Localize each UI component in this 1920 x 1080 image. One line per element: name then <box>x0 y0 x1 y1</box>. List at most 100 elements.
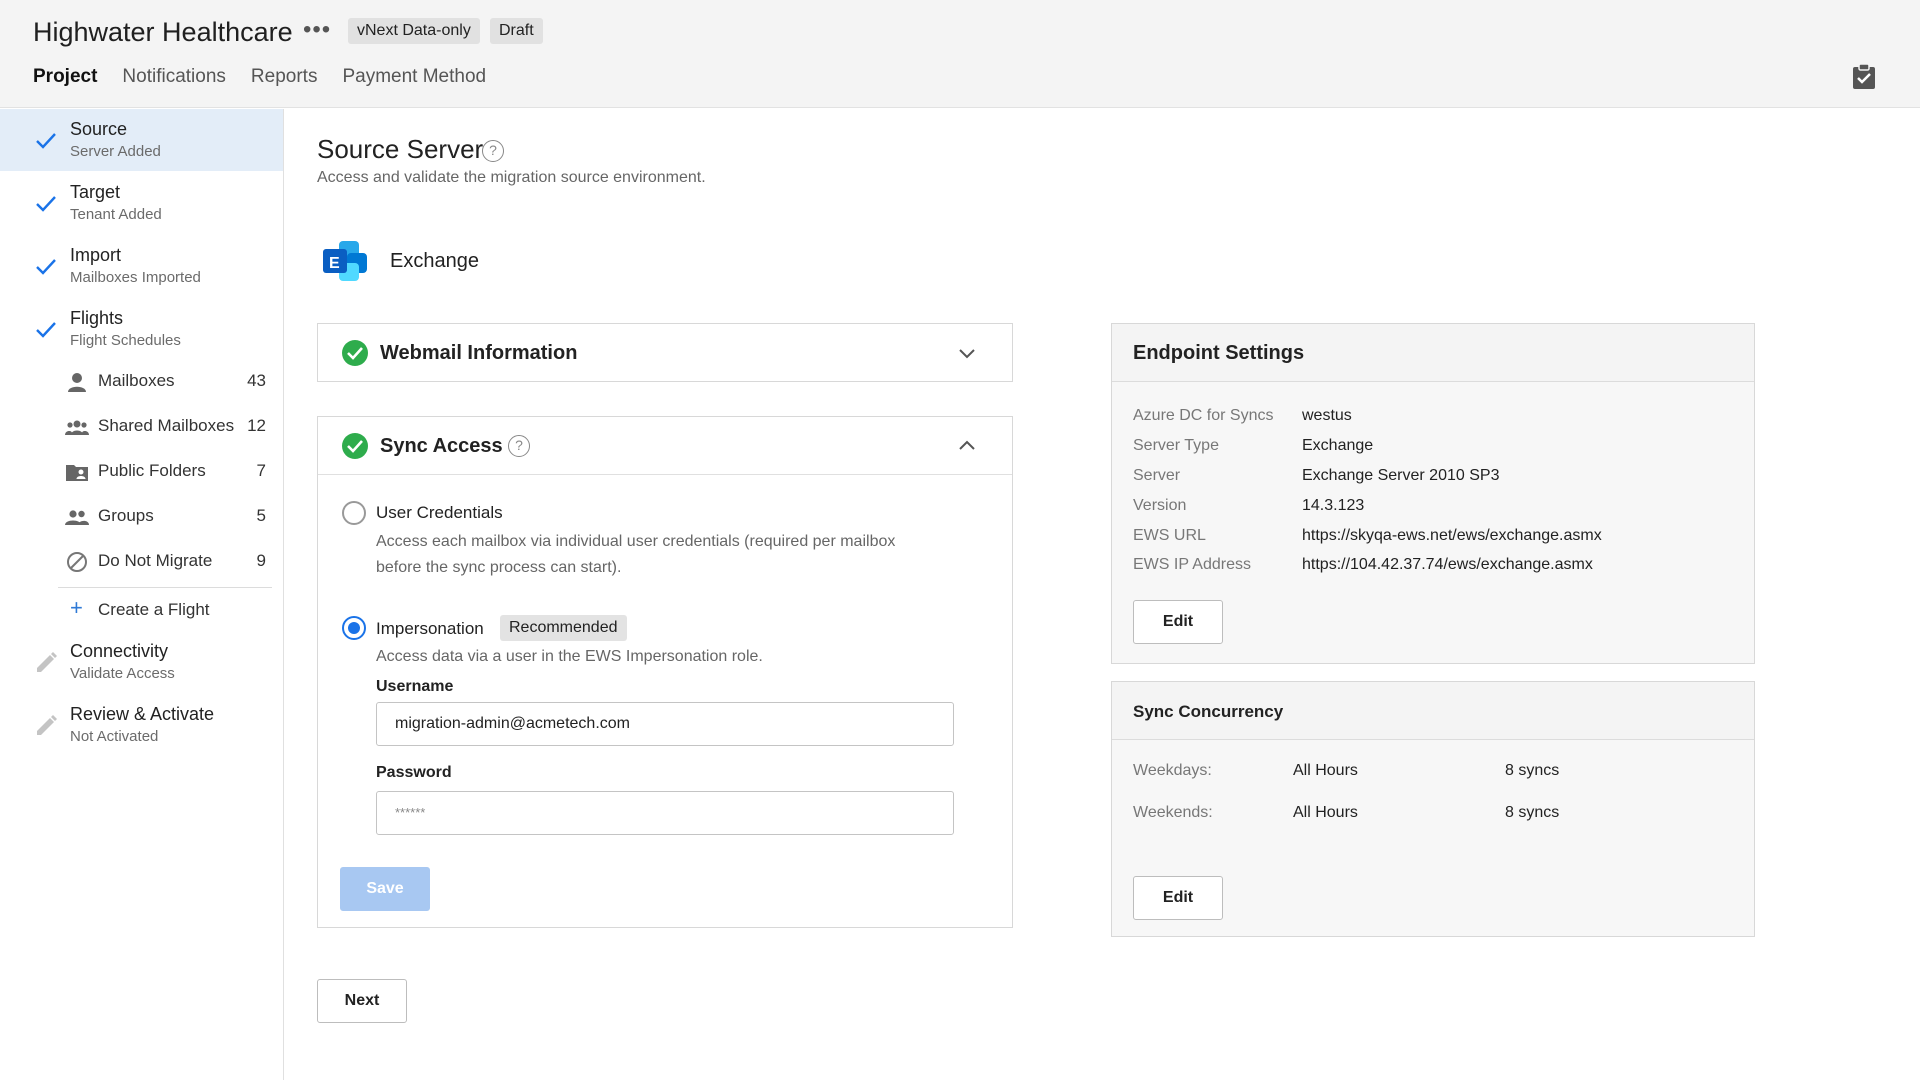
check-icon <box>36 196 56 212</box>
panel-title: Sync Access <box>380 435 503 457</box>
setting-value: https://skyqa-ews.net/ews/exchange.asmx <box>1302 527 1602 544</box>
setting-key: Server <box>1133 467 1181 484</box>
app-title: Highwater Healthcare <box>33 17 293 47</box>
sync-concurrency-header: Sync Concurrency <box>1112 682 1754 740</box>
setting-value: 14.3.123 <box>1302 497 1365 514</box>
option-description: Access each mailbox via individual user … <box>376 533 896 550</box>
step-status: Tenant Added <box>70 206 162 223</box>
step-title: Target <box>70 182 121 202</box>
step-title: Review & Activate <box>70 704 215 724</box>
sidebar-item-label: Mailboxes <box>98 371 175 390</box>
step-status: Mailboxes Imported <box>70 269 201 286</box>
step-title: Flights <box>70 308 124 328</box>
sidebar-item-shared-mailboxes[interactable]: Shared Mailboxes 12 <box>58 412 268 442</box>
step-title: Source <box>70 119 128 139</box>
sidebar-item-do-not-migrate[interactable]: Do Not Migrate 9 <box>58 547 268 577</box>
chevron-up-icon[interactable] <box>958 439 976 451</box>
sync-access-panel: Sync Access ? User Credentials Access ea… <box>317 416 1013 928</box>
clipboard-check-icon[interactable] <box>1852 64 1876 90</box>
check-icon <box>36 322 56 338</box>
concurrency-syncs: 8 syncs <box>1505 804 1560 821</box>
username-field[interactable]: migration-admin@acmetech.com <box>376 702 954 746</box>
step-status: Server Added <box>70 143 161 160</box>
password-label: Password <box>376 764 452 781</box>
setting-key: Azure DC for Syncs <box>1133 407 1274 424</box>
step-title: Import <box>70 245 122 265</box>
sidebar-item-mailboxes[interactable]: Mailboxes 43 <box>58 367 268 397</box>
plus-icon: + <box>70 595 83 620</box>
step-status: Validate Access <box>70 665 175 682</box>
step-import[interactable]: Import Mailboxes Imported <box>0 235 283 297</box>
setting-value: westus <box>1302 407 1352 424</box>
sidebar-item-label: Do Not Migrate <box>98 551 213 570</box>
endpoint-settings-panel: Endpoint Settings Azure DC for Syncs wes… <box>1111 323 1755 664</box>
user-credentials-radio[interactable] <box>342 501 366 525</box>
tab-notifications[interactable]: Notifications <box>122 66 226 88</box>
help-icon[interactable]: ? <box>482 140 504 162</box>
impersonation-radio[interactable] <box>342 616 366 640</box>
endpoint-settings-header: Endpoint Settings <box>1112 324 1754 382</box>
top-tabs: Project Notifications Reports Payment Me… <box>33 66 511 88</box>
svg-text:E: E <box>329 255 340 272</box>
option-label: Impersonation <box>376 619 484 638</box>
check-icon <box>36 133 56 149</box>
sidebar-item-label: Shared Mailboxes <box>98 416 235 435</box>
sidebar-item-label: Groups <box>98 506 154 525</box>
step-target[interactable]: Target Tenant Added <box>0 172 283 234</box>
step-review-activate[interactable]: Review & Activate Not Activated <box>0 694 283 756</box>
pencil-icon <box>37 715 57 735</box>
tab-payment-method[interactable]: Payment Method <box>342 66 486 88</box>
concurrency-hours: All Hours <box>1293 804 1358 821</box>
panel-title: Sync Concurrency <box>1133 702 1284 721</box>
help-icon[interactable]: ? <box>508 435 530 457</box>
page-title: Source Server <box>317 134 484 164</box>
mode-chip: vNext Data-only <box>348 18 480 44</box>
folder-person-icon <box>66 465 88 481</box>
step-flights[interactable]: Flights Flight Schedules <box>0 298 283 360</box>
setting-key: Version <box>1133 497 1187 514</box>
status-chip: Draft <box>490 18 543 44</box>
sidebar-item-public-folders[interactable]: Public Folders 7 <box>58 457 268 487</box>
step-title: Connectivity <box>70 641 169 661</box>
setting-key: EWS URL <box>1133 527 1206 544</box>
save-button[interactable]: Save <box>340 867 430 911</box>
people-icon <box>65 510 89 525</box>
username-label: Username <box>376 678 454 695</box>
setting-value: Exchange <box>1302 437 1374 454</box>
page-subtitle: Access and validate the migration source… <box>317 169 706 186</box>
sidebar-item-count: 9 <box>256 551 266 570</box>
step-source[interactable]: Source Server Added <box>0 109 283 171</box>
source-type-label: Exchange <box>390 250 479 272</box>
step-status: Not Activated <box>70 728 159 745</box>
step-status: Flight Schedules <box>70 332 181 349</box>
concurrency-syncs: 8 syncs <box>1505 762 1560 779</box>
create-flight-label: Create a Flight <box>98 600 210 619</box>
pencil-icon <box>37 652 57 672</box>
concurrency-key: Weekdays: <box>1133 762 1212 779</box>
endpoint-edit-button[interactable]: Edit <box>1133 600 1223 644</box>
tab-project[interactable]: Project <box>33 66 97 88</box>
people-group-icon <box>65 420 89 435</box>
webmail-information-panel[interactable]: Webmail Information <box>317 323 1013 382</box>
success-check-icon <box>342 340 368 366</box>
chevron-down-icon[interactable] <box>958 348 976 360</box>
sync-access-header[interactable]: Sync Access ? <box>318 417 1012 475</box>
wizard-sidebar: Source Server Added Target Tenant Added … <box>0 109 284 1080</box>
setting-key: Server Type <box>1133 437 1219 454</box>
password-field[interactable]: ****** <box>376 791 954 835</box>
next-button[interactable]: Next <box>317 979 407 1023</box>
sync-concurrency-panel: Sync Concurrency Weekdays: All Hours 8 s… <box>1111 681 1755 937</box>
concurrency-edit-button[interactable]: Edit <box>1133 876 1223 920</box>
sidebar-item-count: 5 <box>256 506 266 525</box>
concurrency-key: Weekends: <box>1133 804 1213 821</box>
option-label: User Credentials <box>376 503 503 522</box>
recommended-badge: Recommended <box>500 615 627 641</box>
setting-value: https://104.42.37.74/ews/exchange.asmx <box>1302 556 1593 573</box>
more-horizontal-icon[interactable]: ••• <box>303 16 331 44</box>
step-connectivity[interactable]: Connectivity Validate Access <box>0 631 283 693</box>
create-flight-button[interactable]: + Create a Flight <box>58 595 268 625</box>
block-icon <box>67 552 87 572</box>
sidebar-item-groups[interactable]: Groups 5 <box>58 502 268 532</box>
tab-reports[interactable]: Reports <box>251 66 318 88</box>
option-description: Access data via a user in the EWS Impers… <box>376 648 763 665</box>
